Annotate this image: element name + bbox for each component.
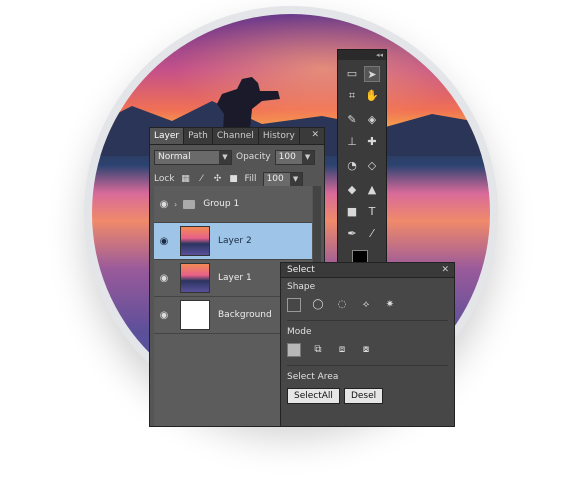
crop-tool-icon[interactable]: ⌗ [344, 88, 360, 104]
tab-channel[interactable]: Channel [213, 128, 259, 144]
lock-brush-icon[interactable]: ⁄ [197, 174, 207, 184]
chevron-right-icon[interactable]: › [174, 200, 177, 209]
move-tool-icon[interactable]: ➤ [364, 66, 380, 82]
shape-tool-icon[interactable]: ◇ [364, 158, 380, 174]
hand-tool-icon[interactable]: ✋ [364, 88, 380, 104]
fill-label: Fill [244, 174, 257, 184]
opacity-label: Opacity [236, 152, 271, 162]
layer-thumbnail [180, 226, 210, 256]
brush-tool-icon[interactable]: ✎ [344, 112, 360, 128]
stamp-tool-icon[interactable]: ⊥ [344, 134, 360, 150]
fill-value: 100 [266, 173, 284, 184]
lock-transparency-icon[interactable]: ▦ [181, 174, 191, 184]
add-selection-icon[interactable]: ⧉ [311, 343, 325, 357]
shape-label: Shape [287, 282, 316, 292]
eye-icon[interactable]: ◉ [154, 273, 174, 284]
lasso-select-icon[interactable]: ◌ [335, 298, 349, 312]
bucket-tool-icon[interactable]: ◆ [344, 182, 360, 198]
divider [287, 365, 448, 366]
close-icon[interactable]: ✕ [441, 263, 449, 277]
layer-name: Group 1 [203, 199, 240, 209]
shape-options: ◯ ◌ ⟡ ✷ [281, 296, 454, 318]
layer-row-group-1[interactable]: ◉ › Group 1 [154, 186, 312, 223]
new-selection-icon[interactable] [287, 343, 301, 357]
healing-tool-icon[interactable]: ✚ [364, 134, 380, 150]
select-area-buttons: SelectAll Desel [281, 386, 454, 406]
fill-field[interactable]: 100 ▼ [262, 171, 303, 187]
layers-panel-tabs: Layer Path Channel History ✕ [150, 128, 324, 145]
marquee-tool-icon[interactable]: ▭ [344, 66, 360, 82]
layer-row-layer-2[interactable]: ◉ Layer 2 [154, 223, 312, 260]
folder-icon [183, 199, 196, 209]
blend-mode-select[interactable]: Normal ▼ [154, 149, 232, 165]
layer-name: Background [218, 310, 272, 320]
layer-thumbnail [180, 263, 210, 293]
select-panel-header: Select ✕ [281, 263, 454, 278]
tab-layer[interactable]: Layer [150, 128, 185, 144]
select-panel: Select ✕ Shape ◯ ◌ ⟡ ✷ Mode ⧉ ⧈ ⧇ Select… [280, 262, 455, 427]
lock-position-icon[interactable]: ✣ [213, 174, 223, 184]
chevron-down-icon: ▼ [219, 150, 231, 164]
select-panel-title: Select [287, 265, 315, 275]
subtract-selection-icon[interactable]: ⧈ [335, 343, 349, 357]
lock-label: Lock [154, 174, 175, 184]
intersect-selection-icon[interactable]: ⧇ [359, 343, 373, 357]
select-area-label: Select Area [287, 372, 339, 382]
magic-wand-icon[interactable]: ✷ [383, 298, 397, 312]
eye-icon[interactable]: ◉ [154, 236, 174, 247]
eraser-tool-icon[interactable]: ◈ [364, 112, 380, 128]
gradient-tool-icon[interactable]: ▲ [364, 182, 380, 198]
lock-all-icon[interactable]: ■ [229, 174, 239, 184]
layer-name: Layer 2 [218, 236, 252, 246]
panel-close-icon[interactable]: ✕ [306, 128, 324, 144]
divider [287, 320, 448, 321]
toolbox-collapse-icon[interactable]: ◂◂ [338, 50, 386, 60]
eyedropper-tool-icon[interactable]: ⁄ [364, 226, 380, 242]
opacity-value: 100 [278, 151, 296, 162]
rect-select-icon[interactable] [287, 298, 301, 312]
text-tool-icon[interactable]: T [364, 204, 380, 220]
mode-options: ⧉ ⧈ ⧇ [281, 341, 454, 363]
tab-history[interactable]: History [259, 128, 300, 144]
mode-label: Mode [287, 327, 312, 337]
polygon-lasso-icon[interactable]: ⟡ [359, 298, 373, 312]
blend-mode-value: Normal [158, 151, 191, 162]
eye-icon[interactable]: ◉ [154, 310, 174, 321]
toolbox: ◂◂ ▭ ➤ ⌗ ✋ ✎ ◈ ⊥ ✚ ◔ ◇ ◆ ▲ ■ T ✒ ⁄ [337, 49, 387, 265]
chevron-down-icon: ▼ [301, 150, 314, 164]
opacity-field[interactable]: 100 ▼ [274, 149, 315, 165]
ellipse-select-icon[interactable]: ◯ [311, 298, 325, 312]
layer-name: Layer 1 [218, 273, 252, 283]
chevron-down-icon: ▼ [289, 172, 302, 186]
rectangle-tool-icon[interactable]: ■ [344, 204, 360, 220]
tab-path[interactable]: Path [184, 128, 213, 144]
eye-icon[interactable]: ◉ [154, 199, 174, 210]
lasso-tool-icon[interactable]: ◔ [344, 158, 360, 174]
select-all-button[interactable]: SelectAll [287, 388, 340, 404]
deselect-button[interactable]: Desel [343, 388, 384, 404]
pen-tool-icon[interactable]: ✒ [344, 226, 360, 242]
layer-thumbnail [180, 300, 210, 330]
